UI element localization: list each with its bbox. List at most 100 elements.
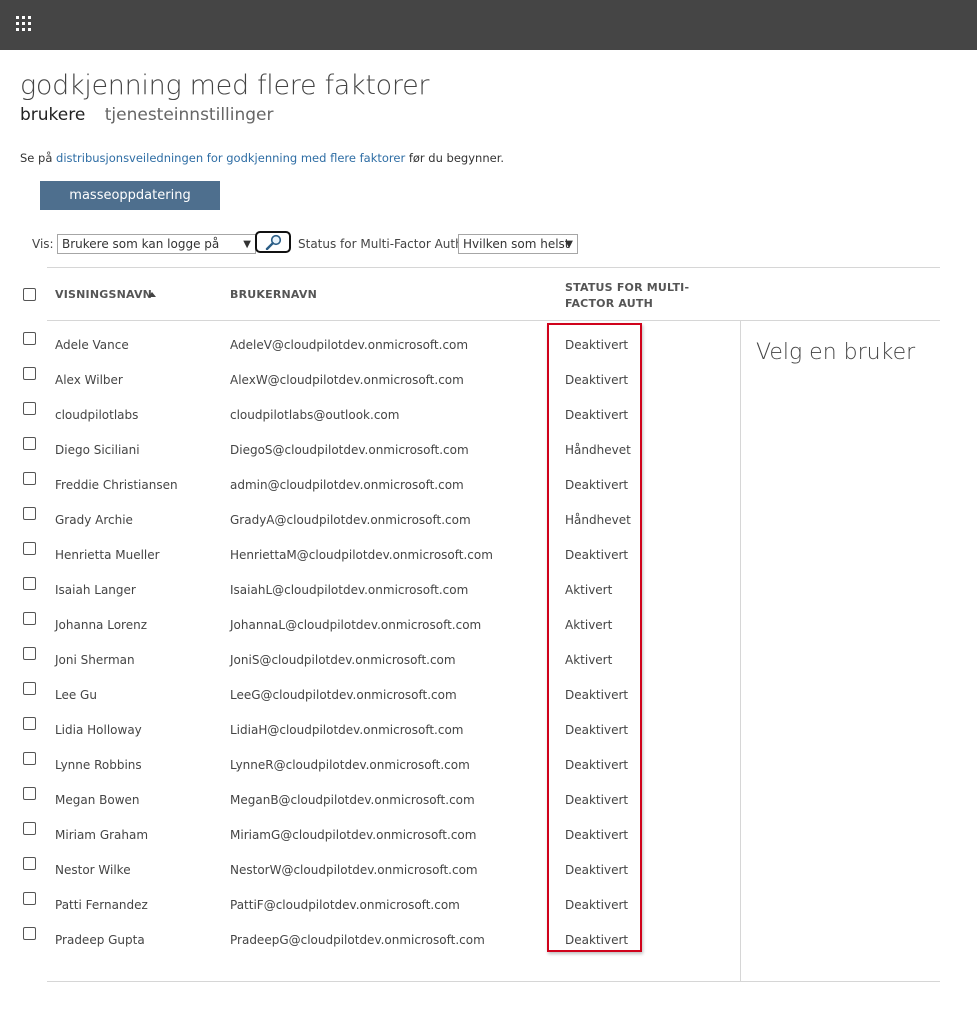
mfa-status: Deaktivert: [565, 758, 629, 772]
row-checkbox[interactable]: [23, 892, 36, 905]
username: admin@cloudpilotdev.onmicrosoft.com: [230, 478, 464, 492]
chevron-down-icon: ▼: [243, 239, 251, 250]
table-row[interactable]: Patti Fernandez PattiF@cloudpilotdev.onmi…: [0, 886, 740, 921]
status-filter-label: Status for Multi-Factor Auth:: [298, 237, 467, 251]
username: JoniS@cloudpilotdev.onmicrosoft.com: [230, 653, 456, 667]
display-name[interactable]: Megan Bowen: [55, 793, 140, 807]
username: MeganB@cloudpilotdev.onmicrosoft.com: [230, 793, 475, 807]
mfa-status: Aktivert: [565, 618, 613, 632]
mfa-status: Håndhevet: [565, 443, 631, 457]
view-select[interactable]: Brukere som kan logge på ▼: [57, 234, 256, 254]
column-header-mfa-status[interactable]: STATUS FOR MULTI- FACTOR AUTH: [565, 280, 689, 312]
table-row[interactable]: Pradeep Gupta PradeepG@cloudpilotdev.onmi…: [0, 921, 740, 956]
table-top-divider: [47, 267, 940, 268]
table-row[interactable]: Joni Sherman JoniS@cloudpilotdev.onmicros…: [0, 641, 740, 676]
tab-service-settings[interactable]: tjenesteinnstillinger: [105, 105, 274, 125]
table-row[interactable]: cloudpilotlabs cloudpilotlabs@outlook.com…: [0, 396, 740, 431]
waffle-grid-icon[interactable]: [16, 16, 32, 32]
table-row[interactable]: Isaiah Langer IsaiahL@cloudpilotdev.onmic…: [0, 571, 740, 606]
username: MiriamG@cloudpilotdev.onmicrosoft.com: [230, 828, 477, 842]
mfa-status: Deaktivert: [565, 933, 629, 947]
display-name[interactable]: Alex Wilber: [55, 373, 123, 387]
select-all-checkbox[interactable]: [23, 288, 36, 301]
mfa-status: Aktivert: [565, 653, 613, 667]
display-name[interactable]: Miriam Graham: [55, 828, 148, 842]
row-checkbox[interactable]: [23, 542, 36, 555]
detail-panel-title: Velg en bruker: [756, 340, 916, 365]
table-row[interactable]: Megan Bowen MeganB@cloudpilotdev.onmicros…: [0, 781, 740, 816]
column-header-display-name[interactable]: VISNINGSNAVN: [55, 288, 152, 301]
row-checkbox[interactable]: [23, 682, 36, 695]
table-row[interactable]: Nestor Wilke NestorW@cloudpilotdev.onmicr…: [0, 851, 740, 886]
username: NestorW@cloudpilotdev.onmicrosoft.com: [230, 863, 478, 877]
bulk-update-button[interactable]: masseoppdatering: [40, 181, 220, 210]
display-name[interactable]: cloudpilotlabs: [55, 408, 138, 422]
column-header-username[interactable]: BRUKERNAVN: [230, 288, 317, 301]
column-header-mfa-status-line2: FACTOR AUTH: [565, 297, 654, 310]
display-name[interactable]: Patti Fernandez: [55, 898, 148, 912]
display-name[interactable]: Lee Gu: [55, 688, 97, 702]
table-row[interactable]: Lidia Holloway LidiaH@cloudpilotdev.onmic…: [0, 711, 740, 746]
display-name[interactable]: Grady Archie: [55, 513, 133, 527]
guide-suffix: før du begynner.: [405, 151, 505, 165]
display-name[interactable]: Adele Vance: [55, 338, 129, 352]
mfa-status: Deaktivert: [565, 338, 629, 352]
row-checkbox[interactable]: [23, 402, 36, 415]
row-checkbox[interactable]: [23, 612, 36, 625]
row-checkbox[interactable]: [23, 507, 36, 520]
table-row[interactable]: Freddie Christiansen admin@cloudpilotdev.…: [0, 466, 740, 501]
display-name[interactable]: Johanna Lorenz: [55, 618, 147, 632]
table-row[interactable]: Henrietta Mueller HenriettaM@cloudpilotde…: [0, 536, 740, 571]
status-filter-select[interactable]: Hvilken som helst ▼: [458, 234, 578, 254]
detail-divider: [740, 321, 741, 981]
row-checkbox[interactable]: [23, 822, 36, 835]
display-name[interactable]: Diego Siciliani: [55, 443, 140, 457]
table-row[interactable]: Lynne Robbins LynneR@cloudpilotdev.onmicr…: [0, 746, 740, 781]
table-row[interactable]: Lee Gu LeeG@cloudpilotdev.onmicrosoft.com…: [0, 676, 740, 711]
username: LynneR@cloudpilotdev.onmicrosoft.com: [230, 758, 470, 772]
row-checkbox[interactable]: [23, 857, 36, 870]
row-checkbox[interactable]: [23, 752, 36, 765]
column-header-mfa-status-line1: STATUS FOR MULTI-: [565, 281, 690, 294]
sort-ascending-icon: [148, 292, 156, 297]
guide-text: Se på distribusjonsveiledningen for godk…: [20, 151, 504, 165]
row-checkbox[interactable]: [23, 332, 36, 345]
mfa-status: Håndhevet: [565, 513, 631, 527]
username: LidiaH@cloudpilotdev.onmicrosoft.com: [230, 723, 464, 737]
mfa-status: Deaktivert: [565, 723, 629, 737]
display-name[interactable]: Isaiah Langer: [55, 583, 136, 597]
username: DiegoS@cloudpilotdev.onmicrosoft.com: [230, 443, 469, 457]
table-row[interactable]: Alex Wilber AlexW@cloudpilotdev.onmicroso…: [0, 361, 740, 396]
table-row[interactable]: Grady Archie GradyA@cloudpilotdev.onmicro…: [0, 501, 740, 536]
mfa-status: Deaktivert: [565, 408, 629, 422]
view-label: Vis:: [32, 237, 54, 251]
username: LeeG@cloudpilotdev.onmicrosoft.com: [230, 688, 457, 702]
row-checkbox[interactable]: [23, 437, 36, 450]
display-name[interactable]: Freddie Christiansen: [55, 478, 178, 492]
row-checkbox[interactable]: [23, 367, 36, 380]
search-button[interactable]: [255, 231, 291, 253]
display-name[interactable]: Joni Sherman: [55, 653, 135, 667]
mfa-status: Deaktivert: [565, 688, 629, 702]
display-name[interactable]: Nestor Wilke: [55, 863, 131, 877]
row-checkbox[interactable]: [23, 787, 36, 800]
row-checkbox[interactable]: [23, 927, 36, 940]
mfa-status: Deaktivert: [565, 793, 629, 807]
display-name[interactable]: Henrietta Mueller: [55, 548, 160, 562]
table-row[interactable]: Diego Siciliani DiegoS@cloudpilotdev.onmi…: [0, 431, 740, 466]
row-checkbox[interactable]: [23, 577, 36, 590]
table-row[interactable]: Miriam Graham MiriamG@cloudpilotdev.onmic…: [0, 816, 740, 851]
display-name[interactable]: Lidia Holloway: [55, 723, 142, 737]
row-checkbox[interactable]: [23, 647, 36, 660]
display-name[interactable]: Pradeep Gupta: [55, 933, 145, 947]
mfa-status: Deaktivert: [565, 478, 629, 492]
table-row[interactable]: Johanna Lorenz JohannaL@cloudpilotdev.onm…: [0, 606, 740, 641]
table-row[interactable]: Adele Vance AdeleV@cloudpilotdev.onmicros…: [0, 326, 740, 361]
tab-users[interactable]: brukere: [20, 105, 85, 125]
deployment-guide-link[interactable]: distribusjonsveiledningen for godkjennin…: [56, 151, 405, 165]
display-name[interactable]: Lynne Robbins: [55, 758, 142, 772]
row-checkbox[interactable]: [23, 472, 36, 485]
row-checkbox[interactable]: [23, 717, 36, 730]
mfa-status: Deaktivert: [565, 548, 629, 562]
guide-prefix: Se på: [20, 151, 57, 165]
